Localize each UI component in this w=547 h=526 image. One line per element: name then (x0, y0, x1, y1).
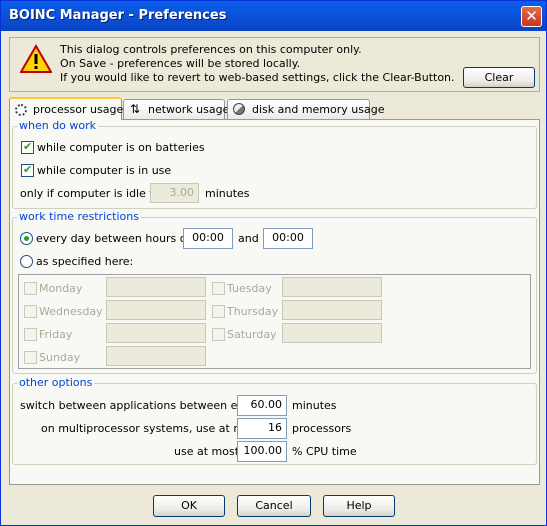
wednesday-checkbox[interactable] (24, 305, 37, 318)
monday-label: Monday (39, 282, 83, 295)
help-button[interactable]: Help (323, 495, 395, 517)
multiproc-input[interactable]: 16 (237, 418, 287, 439)
preferences-window: BOINC Manager - Preferences ✕ This dialo… (0, 0, 547, 526)
friday-hours-input[interactable] (106, 323, 206, 343)
saturday-label: Saturday (227, 328, 277, 341)
cpu-usage-input[interactable]: 100.00 (237, 441, 287, 462)
tab-label: processor usage (33, 103, 124, 116)
group-legend: when do work (17, 119, 99, 132)
tab-label: network usage (148, 103, 230, 116)
sunday-hours-input[interactable] (106, 346, 206, 366)
wednesday-label: Wednesday (39, 305, 103, 318)
in-use-checkbox[interactable] (21, 163, 34, 177)
tab-processor-usage[interactable]: processor usage (9, 97, 124, 120)
switch-apps-unit: minutes (292, 399, 337, 412)
title-bar[interactable]: BOINC Manager - Preferences ✕ (1, 1, 546, 31)
cpu-usage-label: use at most (174, 445, 240, 458)
group-legend: other options (17, 376, 95, 389)
friday-checkbox[interactable] (24, 328, 37, 341)
window-title: BOINC Manager - Preferences (9, 8, 227, 23)
switch-apps-input[interactable]: 60.00 (237, 395, 287, 416)
info-line-1: This dialog controls preferences on this… (60, 43, 362, 56)
clear-button[interactable]: Clear (463, 67, 535, 88)
network-icon: ⇅ (130, 102, 141, 116)
cpu-usage-unit: % CPU time (292, 445, 357, 458)
friday-label: Friday (39, 328, 73, 341)
multiproc-unit: processors (292, 422, 352, 435)
on-batteries-label: while computer is on batteries (37, 141, 205, 154)
info-line-3: If you would like to revert to web-based… (60, 71, 455, 84)
thursday-hours-input[interactable] (282, 300, 382, 320)
every-day-label: every day between hours of (36, 232, 191, 245)
info-line-2: On Save - preferences will be stored loc… (60, 57, 301, 70)
saturday-hours-input[interactable] (282, 323, 382, 343)
switch-apps-label: switch between applications between ever… (20, 399, 262, 412)
every-day-radio[interactable] (20, 232, 33, 245)
thursday-label: Thursday (227, 305, 279, 318)
end-time-input[interactable]: 00:00 (263, 228, 313, 249)
tab-disk-memory-usage[interactable]: disk and memory usage (227, 99, 384, 119)
monday-checkbox[interactable] (24, 282, 37, 295)
ok-button[interactable]: OK (153, 495, 225, 517)
on-batteries-checkbox[interactable] (21, 140, 34, 154)
info-box: This dialog controls preferences on this… (9, 37, 540, 92)
close-button[interactable]: ✕ (521, 6, 542, 27)
sunday-label: Sunday (39, 351, 81, 364)
day-schedule-area (18, 274, 531, 369)
idle-label: only if computer is idle for (20, 187, 165, 200)
and-label: and (238, 232, 259, 245)
tuesday-hours-input[interactable] (282, 277, 382, 297)
close-icon: ✕ (525, 7, 538, 25)
monday-hours-input[interactable] (106, 277, 206, 297)
tab-label: disk and memory usage (252, 103, 385, 116)
processor-icon (15, 104, 27, 116)
specified-label: as specified here: (36, 255, 134, 268)
tab-network-usage[interactable]: ⇅ network usage (123, 99, 229, 119)
specified-radio[interactable] (20, 255, 33, 268)
saturday-checkbox[interactable] (212, 328, 225, 341)
tuesday-checkbox[interactable] (212, 282, 225, 295)
cancel-button[interactable]: Cancel (237, 495, 311, 517)
idle-minutes-input[interactable]: 3.00 (150, 183, 199, 203)
thursday-checkbox[interactable] (212, 305, 225, 318)
group-legend: work time restrictions (17, 210, 141, 223)
warning-icon (20, 44, 52, 73)
disk-icon (233, 103, 245, 115)
tuesday-label: Tuesday (227, 282, 272, 295)
start-time-input[interactable]: 00:00 (183, 228, 233, 249)
wednesday-hours-input[interactable] (106, 300, 206, 320)
multiproc-label: on multiprocessor systems, use at most (41, 422, 261, 435)
idle-unit-label: minutes (205, 187, 250, 200)
sunday-checkbox[interactable] (24, 351, 37, 364)
in-use-label: while computer is in use (37, 164, 172, 177)
